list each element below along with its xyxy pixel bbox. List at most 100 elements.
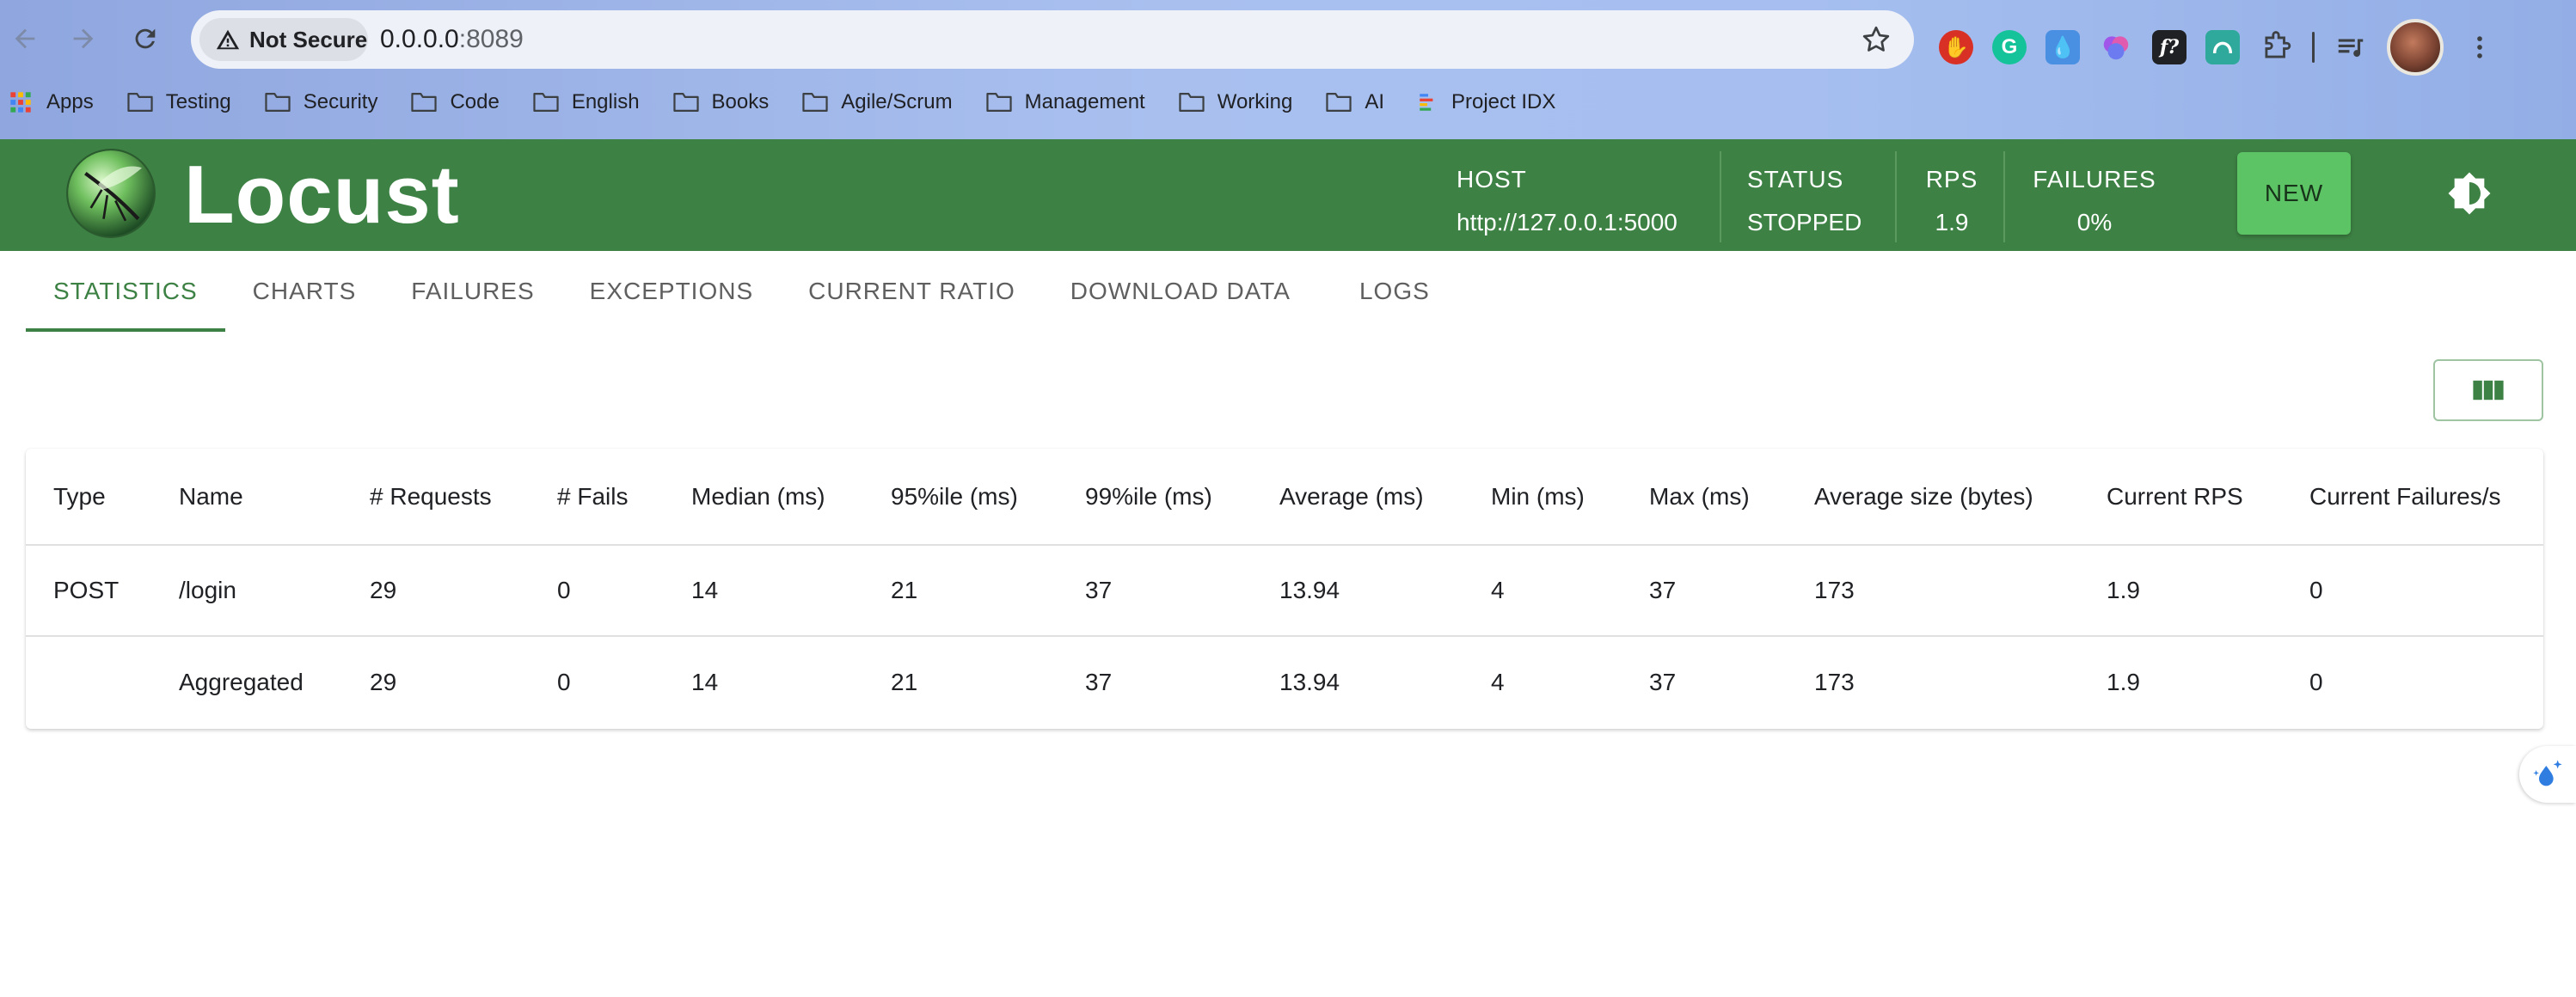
bookmark-star-icon[interactable]	[1861, 24, 1892, 55]
column-header-fails[interactable]: # Fails	[557, 449, 691, 545]
formula-extension-icon[interactable]: f?	[2152, 30, 2187, 64]
cell-current-failures: 0	[2309, 635, 2543, 727]
cell-median: 14	[691, 635, 891, 727]
column-header-average-size[interactable]: Average size (bytes)	[1814, 449, 2107, 545]
rps-stat: RPS 1.9	[1924, 158, 1979, 244]
new-test-button[interactable]: NEW	[2237, 152, 2351, 235]
floating-assistant-button[interactable]	[2519, 746, 2576, 803]
bookmark-folder-ai[interactable]: AI	[1325, 90, 1384, 114]
arrow-left-icon	[15, 28, 35, 49]
table-row: Aggregated 29 0 14 21 37 13.94 4 37 173 …	[26, 635, 2543, 727]
brain-extension-icon[interactable]	[2099, 30, 2133, 64]
column-header-current-rps[interactable]: Current RPS	[2107, 449, 2309, 545]
status-value: STOPPED	[1747, 209, 1862, 235]
cell-min: 4	[1491, 635, 1649, 727]
address-bar[interactable]: Not Secure 0.0.0.0:8089	[191, 10, 1914, 69]
cell-fails: 0	[557, 635, 691, 727]
cell-type: POST	[26, 544, 179, 636]
cell-name: /login	[179, 544, 370, 636]
cell-average: 13.94	[1279, 635, 1491, 727]
bookmark-label: Agile/Scrum	[841, 90, 953, 113]
bookmark-label: Testing	[165, 90, 231, 113]
bookmark-label: Code	[450, 90, 500, 113]
extensions-puzzle-button[interactable]	[2259, 30, 2293, 64]
host-label: HOST	[1457, 166, 1527, 193]
column-header-name[interactable]: Name	[179, 449, 370, 545]
column-selector-button[interactable]	[2433, 359, 2543, 421]
bookmarks-bar: Apps Testing Security Code English Books…	[0, 83, 1588, 122]
profile-avatar[interactable]	[2387, 19, 2444, 76]
bookmark-folder-agile-scrum[interactable]: Agile/Scrum	[801, 90, 953, 114]
bookmark-label: AI	[1365, 90, 1384, 113]
column-header-average[interactable]: Average (ms)	[1279, 449, 1491, 545]
extensions-bar: ✋ G 💧 f?	[1939, 19, 2497, 76]
playlist-icon	[2338, 39, 2364, 58]
cell-average-size: 173	[1814, 635, 2107, 727]
column-header-median[interactable]: Median (ms)	[691, 449, 891, 545]
bookmark-folder-english[interactable]: English	[532, 90, 640, 114]
reading-list-button[interactable]	[2334, 30, 2368, 64]
rps-label: RPS	[1925, 166, 1978, 193]
tab-download-data[interactable]: DOWNLOAD DATA	[1043, 251, 1318, 332]
column-header-requests[interactable]: # Requests	[370, 449, 557, 545]
cell-average-size: 173	[1814, 544, 2107, 636]
security-chip[interactable]: Not Secure	[199, 18, 368, 61]
tab-charts[interactable]: CHARTS	[225, 251, 384, 332]
tab-current-ratio[interactable]: CURRENT RATIO	[781, 251, 1043, 332]
url-text[interactable]: 0.0.0.0:8089	[380, 25, 524, 54]
sparkle-drop-icon	[2533, 760, 2562, 786]
bookmark-folder-testing[interactable]: Testing	[126, 90, 231, 114]
bookmark-folder-security[interactable]: Security	[264, 90, 377, 114]
folder-icon	[127, 93, 153, 112]
column-header-min[interactable]: Min (ms)	[1491, 449, 1649, 545]
reload-icon	[135, 28, 156, 49]
adblock-extension-icon[interactable]: ✋	[1939, 30, 1973, 64]
host-stat: HOST http://127.0.0.1:5000	[1457, 158, 1677, 244]
water-drop-extension-icon[interactable]: 💧	[2045, 30, 2080, 64]
column-header-current-failures[interactable]: Current Failures/s	[2309, 449, 2543, 545]
column-header-99ile[interactable]: 99%ile (ms)	[1085, 449, 1279, 545]
stat-divider	[1720, 151, 1721, 242]
column-header-type[interactable]: Type	[26, 449, 179, 545]
theme-toggle-button[interactable]	[2444, 168, 2495, 219]
folder-icon	[672, 93, 699, 112]
bookmark-folder-books[interactable]: Books	[672, 90, 769, 114]
cell-95ile: 21	[891, 635, 1085, 727]
statistics-table-card: Type Name # Requests # Fails Median (ms)…	[26, 449, 2543, 729]
teal-extension-icon[interactable]	[2205, 30, 2240, 64]
browser-menu-button[interactable]	[2463, 30, 2497, 64]
cell-median: 14	[691, 544, 891, 636]
column-header-95ile[interactable]: 95%ile (ms)	[891, 449, 1085, 545]
cell-type	[26, 635, 179, 727]
bookmark-label: English	[571, 90, 640, 113]
cell-max: 37	[1649, 544, 1814, 636]
bookmark-folder-management[interactable]: Management	[985, 90, 1145, 114]
bookmark-project-idx[interactable]: Project IDX	[1417, 89, 1555, 115]
cell-requests: 29	[370, 635, 557, 727]
bookmark-folder-code[interactable]: Code	[410, 90, 500, 114]
forward-button[interactable]	[64, 19, 103, 58]
column-header-max[interactable]: Max (ms)	[1649, 449, 1814, 545]
cell-average: 13.94	[1279, 544, 1491, 636]
failures-stat: FAILURES 0%	[2033, 158, 2156, 244]
warning-triangle-icon	[216, 29, 240, 50]
tab-statistics[interactable]: STATISTICS	[26, 251, 225, 332]
grammarly-extension-icon[interactable]: G	[1992, 30, 2027, 64]
bookmark-folder-working[interactable]: Working	[1178, 90, 1292, 114]
stat-divider	[2003, 151, 2005, 242]
tab-logs[interactable]: LOGS	[1318, 251, 1457, 332]
folder-icon	[985, 93, 1012, 112]
brand-title: Locust	[184, 149, 460, 241]
tab-exceptions[interactable]: EXCEPTIONS	[562, 251, 781, 332]
kebab-menu-icon	[2477, 36, 2482, 58]
bookmark-apps[interactable]: Apps	[7, 90, 94, 114]
reload-button[interactable]	[126, 19, 165, 58]
tab-failures[interactable]: FAILURES	[383, 251, 561, 332]
statistics-table: Type Name # Requests # Fails Median (ms)…	[26, 449, 2543, 727]
folder-icon	[265, 93, 291, 112]
url-host: 0.0.0.0	[380, 25, 459, 53]
back-button[interactable]	[5, 19, 45, 58]
cell-name: Aggregated	[179, 635, 370, 727]
puzzle-icon	[2265, 31, 2291, 58]
locust-logo-icon[interactable]	[65, 148, 156, 239]
